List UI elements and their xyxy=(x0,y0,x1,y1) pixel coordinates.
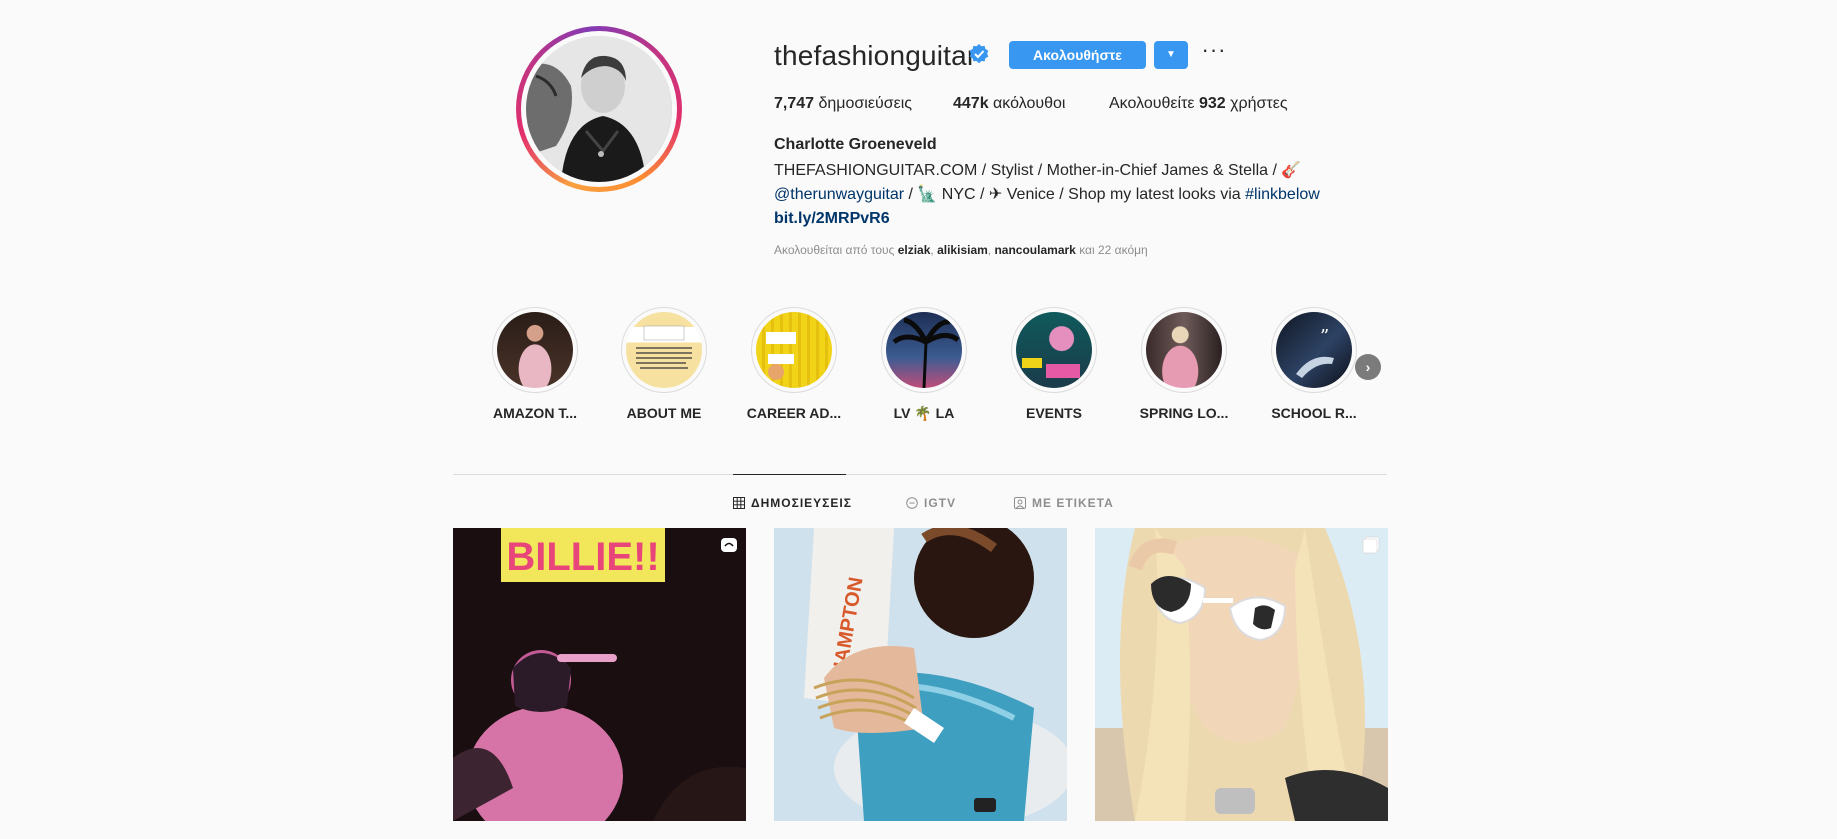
highlight-spring-looks[interactable]: SPRING LO... xyxy=(1129,307,1239,421)
highlight-cover xyxy=(1016,312,1092,388)
tab-posts[interactable]: ΔΗΜΟΣΙΕΥΣΕΙΣ xyxy=(733,496,852,510)
highlight-quote-graphic: ” xyxy=(1296,326,1334,378)
followers-count[interactable]: 447k ακόλουθοι xyxy=(953,95,1065,113)
bio-line-2-text: / 🗽 NYC / ✈ Venice / Shop my latest look… xyxy=(904,186,1246,203)
tab-igtv-label: IGTV xyxy=(924,496,957,510)
posts-count-value: 7,747 xyxy=(774,95,815,112)
highlight-cover xyxy=(497,312,573,388)
highlight-label: SPRING LO... xyxy=(1139,405,1229,421)
following-suffix: χρήστες xyxy=(1230,95,1288,112)
highlight-label: LV 🌴 LA xyxy=(893,405,955,421)
highlight-ring xyxy=(751,307,837,393)
more-options-icon[interactable]: ··· xyxy=(1200,38,1228,66)
highlight-career-advice[interactable]: CAREER AD... xyxy=(739,307,849,421)
followed-by-prefix: Ακολουθείται από τους xyxy=(774,243,895,257)
highlight-text-graphic xyxy=(1022,358,1080,378)
highlight-amazon[interactable]: AMAZON T... xyxy=(480,307,590,421)
highlight-ring xyxy=(492,307,578,393)
tab-igtv[interactable]: IGTV xyxy=(906,496,956,510)
highlight-label: EVENTS xyxy=(1025,405,1082,421)
post-image: BILLIE!! xyxy=(453,528,746,821)
post-thumbnail[interactable]: HAMPTON xyxy=(774,528,1067,821)
active-tab-indicator xyxy=(733,474,846,475)
highlight-label: ABOUT ME xyxy=(626,405,702,421)
posts-count: 7,747 δημοσιεύσεις xyxy=(774,95,912,113)
highlight-ring xyxy=(621,307,707,393)
tabs-divider xyxy=(453,474,1387,475)
profile-username: thefashionguitar xyxy=(774,40,977,71)
highlight-label: SCHOOL R... xyxy=(1271,405,1357,421)
profile-avatar-ring[interactable] xyxy=(516,26,682,192)
tab-tagged[interactable]: ΜΕ ΕΤΙΚΕΤΑ xyxy=(1014,496,1114,510)
highlight-text-graphic xyxy=(766,332,796,380)
post-thumbnail[interactable] xyxy=(1095,528,1388,821)
highlight-cover xyxy=(1146,312,1222,388)
highlight-events[interactable]: EVENTS xyxy=(999,307,1109,421)
svg-text:”: ” xyxy=(1320,326,1329,347)
highlight-cover xyxy=(756,312,832,388)
igtv-icon xyxy=(906,497,918,509)
post-thumbnail[interactable]: BILLIE!! xyxy=(453,528,746,821)
highlight-lv-la[interactable]: LV 🌴 LA xyxy=(869,307,979,422)
highlight-ring xyxy=(881,307,967,393)
bio-line-1: THEFASHIONGUITAR.COM / Stylist / Mother-… xyxy=(774,162,1302,179)
highlight-label: AMAZON T... xyxy=(493,405,577,421)
avatar-gap xyxy=(521,31,677,187)
caret-down-icon: ▼ xyxy=(1166,49,1176,60)
profile-full-name: Charlotte Groeneveld xyxy=(774,136,937,153)
followed-by[interactable]: Ακολουθείται από τους elziak, alikisiam,… xyxy=(774,243,1148,257)
grid-icon xyxy=(733,497,745,509)
profile-bio: THEFASHIONGUITAR.COM / Stylist / Mother-… xyxy=(774,159,1334,231)
highlight-cover xyxy=(886,312,962,388)
suggested-dropdown-button[interactable]: ▼ xyxy=(1154,41,1188,69)
highlight-cover: ” xyxy=(1276,312,1352,388)
followed-by-user-1: elziak xyxy=(897,243,931,257)
carousel-badge-icon xyxy=(1362,536,1380,554)
highlights-next-arrow-icon[interactable]: › xyxy=(1355,354,1381,380)
following-count-value: 932 xyxy=(1198,95,1226,112)
post-caption-text: BILLIE!! xyxy=(506,535,659,579)
followers-count-label: ακόλουθοι xyxy=(993,95,1066,112)
following-count[interactable]: Ακολουθείτε 932 χρήστες xyxy=(1109,95,1288,113)
highlight-school-r[interactable]: ” SCHOOL R... xyxy=(1259,307,1369,421)
bio-line-2: @therunwayguitar / 🗽 NYC / ✈ Venice / Sh… xyxy=(774,183,1334,207)
verified-badge-icon xyxy=(969,44,989,64)
avatar[interactable] xyxy=(526,36,672,182)
avatar-illustration xyxy=(526,36,672,182)
highlight-cover xyxy=(626,312,702,388)
followed-by-user-3: nancoulamark xyxy=(994,243,1076,257)
igtv-badge-icon xyxy=(721,538,737,552)
posts-count-label: δημοσιεύσεις xyxy=(818,95,913,112)
highlight-ring: ” xyxy=(1271,307,1357,393)
post-image xyxy=(1095,528,1388,821)
followed-by-user-2: alikisiam xyxy=(937,243,988,257)
highlight-about-me[interactable]: ABOUT ME xyxy=(609,307,719,421)
highlight-ring xyxy=(1011,307,1097,393)
highlight-palm-graphic xyxy=(892,317,960,388)
bio-mention-link[interactable]: @therunwayguitar xyxy=(774,186,904,203)
followers-count-value: 447k xyxy=(953,95,989,112)
following-prefix: Ακολουθείτε xyxy=(1109,95,1195,112)
tagged-user-icon xyxy=(1014,497,1026,509)
follow-button[interactable]: Ακολουθήστε xyxy=(1009,41,1146,69)
tab-posts-label: ΔΗΜΟΣΙΕΥΣΕΙΣ xyxy=(751,496,852,510)
bio-hashtag-link[interactable]: #linkbelow xyxy=(1245,186,1320,203)
tab-tagged-label: ΜΕ ΕΤΙΚΕΤΑ xyxy=(1032,496,1114,510)
highlight-text-graphic xyxy=(636,325,692,369)
bio-website-link[interactable]: bit.ly/2MRPvR6 xyxy=(774,207,1334,231)
followed-by-suffix: και 22 ακόμη xyxy=(1079,243,1148,257)
highlight-ring xyxy=(1141,307,1227,393)
post-image: HAMPTON xyxy=(774,528,1067,821)
highlight-label: CAREER AD... xyxy=(746,405,842,421)
